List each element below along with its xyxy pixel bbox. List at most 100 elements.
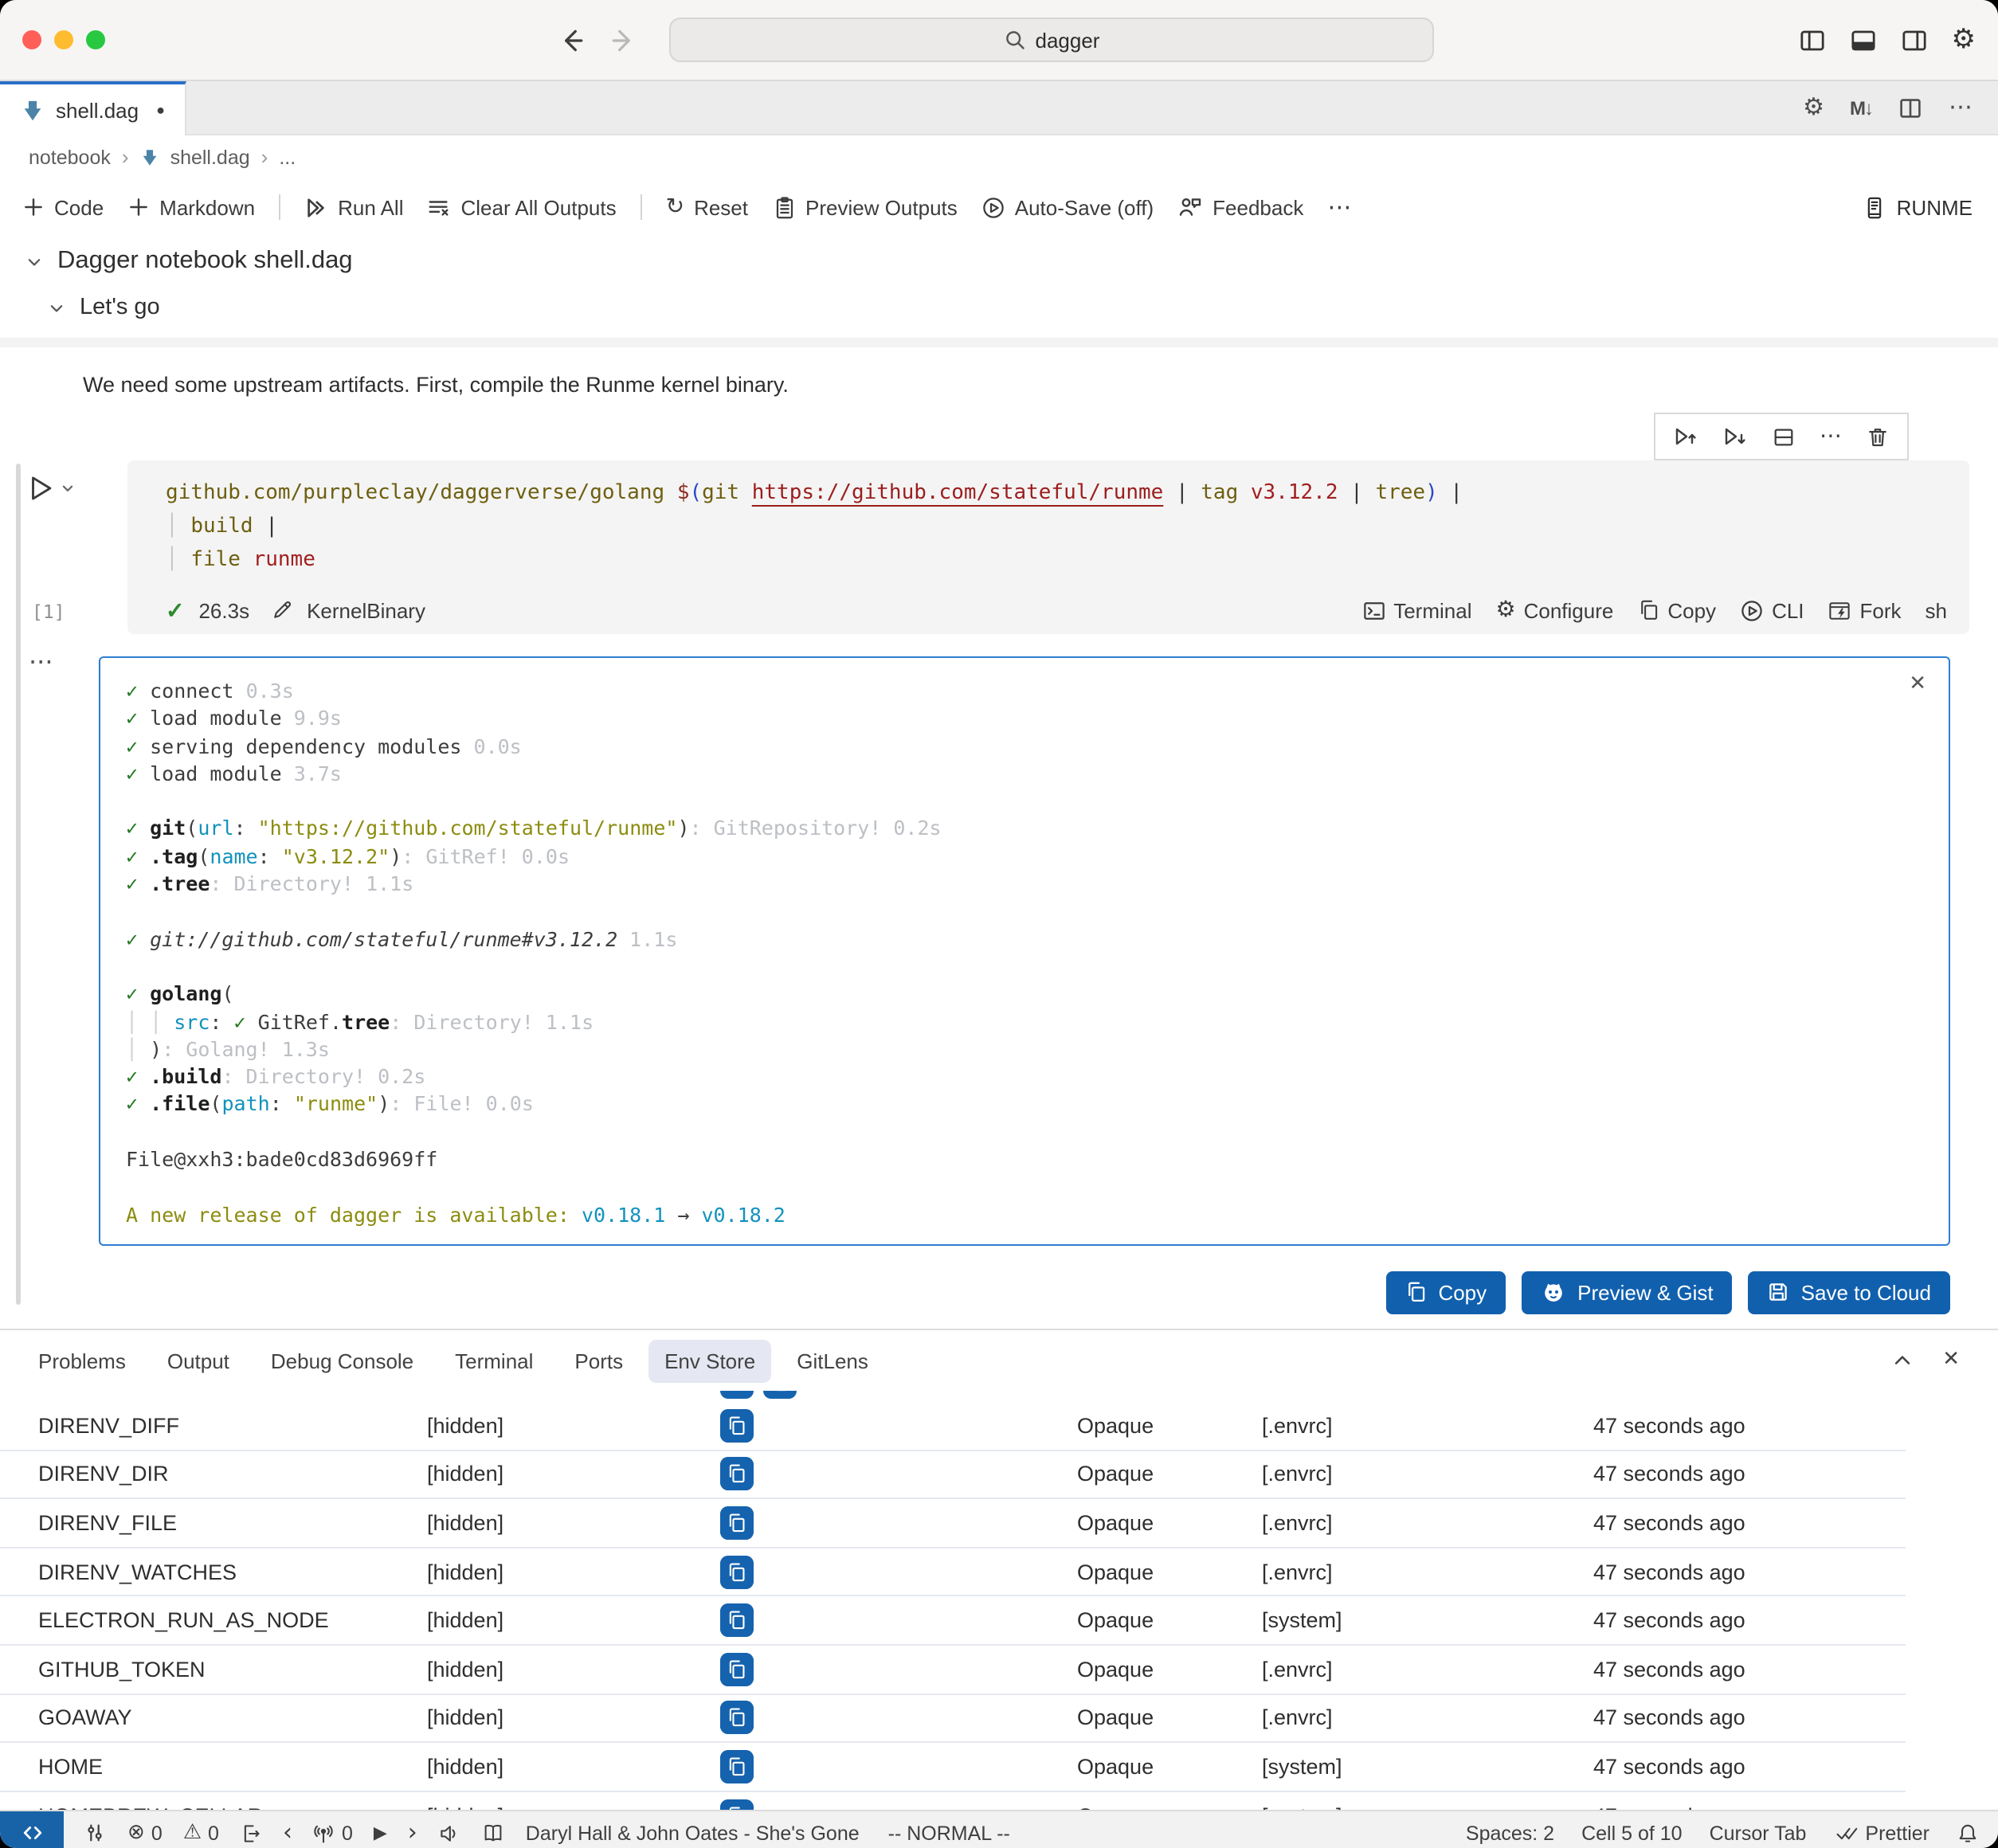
tab-gitlens[interactable]: GitLens: [797, 1349, 868, 1372]
broadcast-indicator[interactable]: 0: [313, 1822, 353, 1844]
indent-indicator[interactable]: Spaces: 2: [1466, 1822, 1554, 1844]
section-title-row: Let's go: [48, 290, 1998, 325]
run-options-chevron-icon[interactable]: [61, 481, 75, 495]
previous-track-icon[interactable]: ‹: [283, 1821, 292, 1845]
sign-out-icon[interactable]: [240, 1822, 262, 1844]
tab-debug-console[interactable]: Debug Console: [271, 1349, 413, 1372]
more-actions-icon[interactable]: ⋯: [1949, 96, 1973, 119]
copy-action[interactable]: Copy: [1637, 598, 1716, 622]
copy-value-button[interactable]: [720, 1603, 754, 1637]
run-below-icon[interactable]: [1722, 424, 1748, 449]
cell-more-icon[interactable]: ⋯: [1820, 425, 1842, 448]
extension-status-icon[interactable]: [83, 1821, 107, 1845]
add-code-button[interactable]: Code: [22, 195, 104, 219]
save-to-cloud-button[interactable]: Save to Cloud: [1749, 1271, 1950, 1314]
breadcrumb-notebook[interactable]: notebook: [29, 146, 111, 168]
toggle-panel-icon[interactable]: [1850, 26, 1877, 53]
errors-indicator[interactable]: ⊗ 0: [127, 1822, 163, 1844]
maximize-panel-icon[interactable]: [1891, 1349, 1914, 1372]
layout-settings-gear-icon[interactable]: ⚙: [1952, 26, 1976, 53]
cli-action[interactable]: CLI: [1740, 598, 1804, 622]
autosave-toggle[interactable]: Auto-Save (off): [981, 195, 1154, 219]
minimize-window-button[interactable]: [54, 30, 73, 49]
lyrics-book-icon[interactable]: [481, 1821, 505, 1845]
tab-terminal[interactable]: Terminal: [455, 1349, 533, 1372]
play-icon[interactable]: ▶: [374, 1824, 387, 1842]
vim-mode-indicator[interactable]: -- NORMAL --: [888, 1822, 1010, 1844]
bell-icon[interactable]: [1957, 1822, 1979, 1844]
next-track-icon[interactable]: ›: [408, 1821, 417, 1845]
zoom-window-button[interactable]: [86, 30, 105, 49]
chevron-down-icon[interactable]: [25, 253, 43, 270]
copy-output-button[interactable]: Copy: [1385, 1271, 1506, 1314]
now-playing-track[interactable]: Daryl Hall & John Oates - She's Gone: [526, 1822, 860, 1844]
run-cell-icon[interactable]: [25, 473, 56, 503]
prettier-indicator[interactable]: Prettier: [1833, 1822, 1929, 1844]
tab-problems[interactable]: Problems: [38, 1349, 126, 1372]
close-output-icon[interactable]: ✕: [1909, 671, 1926, 696]
section-title: Let's go: [80, 295, 160, 320]
chevron-right-icon: ›: [261, 145, 268, 169]
status-bar: ⊗ 0 ⚠ 0 ‹ 0 ▶ › Daryl Hall & John Oates …: [0, 1810, 1998, 1848]
cursor-tab-indicator[interactable]: Cursor Tab: [1710, 1822, 1807, 1844]
breadcrumb-more[interactable]: ...: [279, 146, 296, 168]
dagger-file-icon: [140, 147, 159, 166]
reset-button[interactable]: ↻ Reset: [666, 195, 748, 219]
cell-name[interactable]: KernelBinary: [307, 598, 425, 622]
copy-value-button[interactable]: [720, 1409, 754, 1443]
warnings-indicator[interactable]: ⚠ 0: [183, 1822, 219, 1844]
copy-value-button[interactable]: [720, 1701, 754, 1735]
command-center-search[interactable]: dagger: [669, 18, 1434, 62]
cell-output[interactable]: ✕ ✓ connect 0.3s✓ load module 9.9s✓ serv…: [99, 656, 1950, 1246]
env-value: [hidden]: [427, 1658, 503, 1682]
clear-all-outputs-button[interactable]: Clear All Outputs: [428, 195, 617, 219]
delete-cell-icon[interactable]: [1866, 425, 1890, 448]
copy-value-button[interactable]: [720, 1653, 754, 1686]
tab-env-store[interactable]: Env Store: [648, 1339, 771, 1382]
output-line: ✓ git(url: "https://github.com/stateful/…: [126, 815, 1923, 843]
close-window-button[interactable]: [22, 30, 41, 49]
remote-indicator[interactable]: [0, 1811, 64, 1848]
split-cell-icon[interactable]: [1772, 425, 1796, 448]
copy-value-button[interactable]: [720, 1506, 754, 1540]
copy-value-button[interactable]: [720, 1799, 754, 1810]
modified-dot-icon: ●: [156, 102, 165, 118]
add-markdown-button[interactable]: Markdown: [127, 195, 255, 219]
copy-value-button[interactable]: [763, 1391, 797, 1399]
preview-outputs-button[interactable]: Preview Outputs: [772, 195, 958, 219]
env-source: [system]: [1262, 1608, 1342, 1632]
env-value: [hidden]: [427, 1608, 503, 1632]
tab-output[interactable]: Output: [167, 1349, 229, 1372]
nav-back-icon[interactable]: [558, 26, 585, 53]
code-cell[interactable]: github.com/purpleclay/daggerverse/golang…: [127, 460, 1969, 634]
copy-value-button[interactable]: [720, 1555, 754, 1588]
run-all-button[interactable]: Run All: [304, 195, 403, 219]
copy-value-button[interactable]: [720, 1750, 754, 1783]
configure-action[interactable]: ⚙ Configure: [1495, 598, 1613, 622]
markdown-preview-icon[interactable]: M↓: [1850, 96, 1872, 119]
reveal-value-button[interactable]: [720, 1391, 754, 1399]
toggle-secondary-sidebar-icon[interactable]: [1901, 26, 1928, 53]
output-line: ✓ load module 3.7s: [126, 760, 1923, 788]
env-name: HOMEBREW_CELLAR: [38, 1803, 263, 1810]
copy-value-button[interactable]: [720, 1458, 754, 1491]
nav-forward-icon[interactable]: [610, 26, 637, 53]
terminal-action[interactable]: Terminal: [1361, 598, 1471, 622]
cell-language[interactable]: sh: [1926, 598, 1947, 622]
run-above-icon[interactable]: [1673, 424, 1698, 449]
preview-gist-button[interactable]: Preview & Gist: [1522, 1271, 1733, 1314]
breadcrumb-file[interactable]: shell.dag: [170, 146, 250, 168]
toggle-primary-sidebar-icon[interactable]: [1799, 26, 1826, 53]
output-options-icon[interactable]: ···: [29, 650, 53, 675]
fork-action[interactable]: Fork: [1828, 598, 1902, 622]
notebook-settings-gear-icon[interactable]: ⚙: [1803, 96, 1824, 119]
split-editor-icon[interactable]: [1898, 95, 1923, 120]
tab-ports[interactable]: Ports: [574, 1349, 623, 1372]
chevron-down-icon[interactable]: [48, 299, 65, 316]
feedback-button[interactable]: Feedback: [1177, 194, 1303, 220]
speaker-icon[interactable]: [438, 1822, 460, 1844]
tab-shell-dag[interactable]: shell.dag ●: [0, 81, 187, 135]
close-panel-icon[interactable]: ✕: [1942, 1349, 1960, 1372]
cell-position-indicator[interactable]: Cell 5 of 10: [1581, 1822, 1682, 1844]
toolbar-more-icon[interactable]: ⋯: [1327, 195, 1351, 219]
